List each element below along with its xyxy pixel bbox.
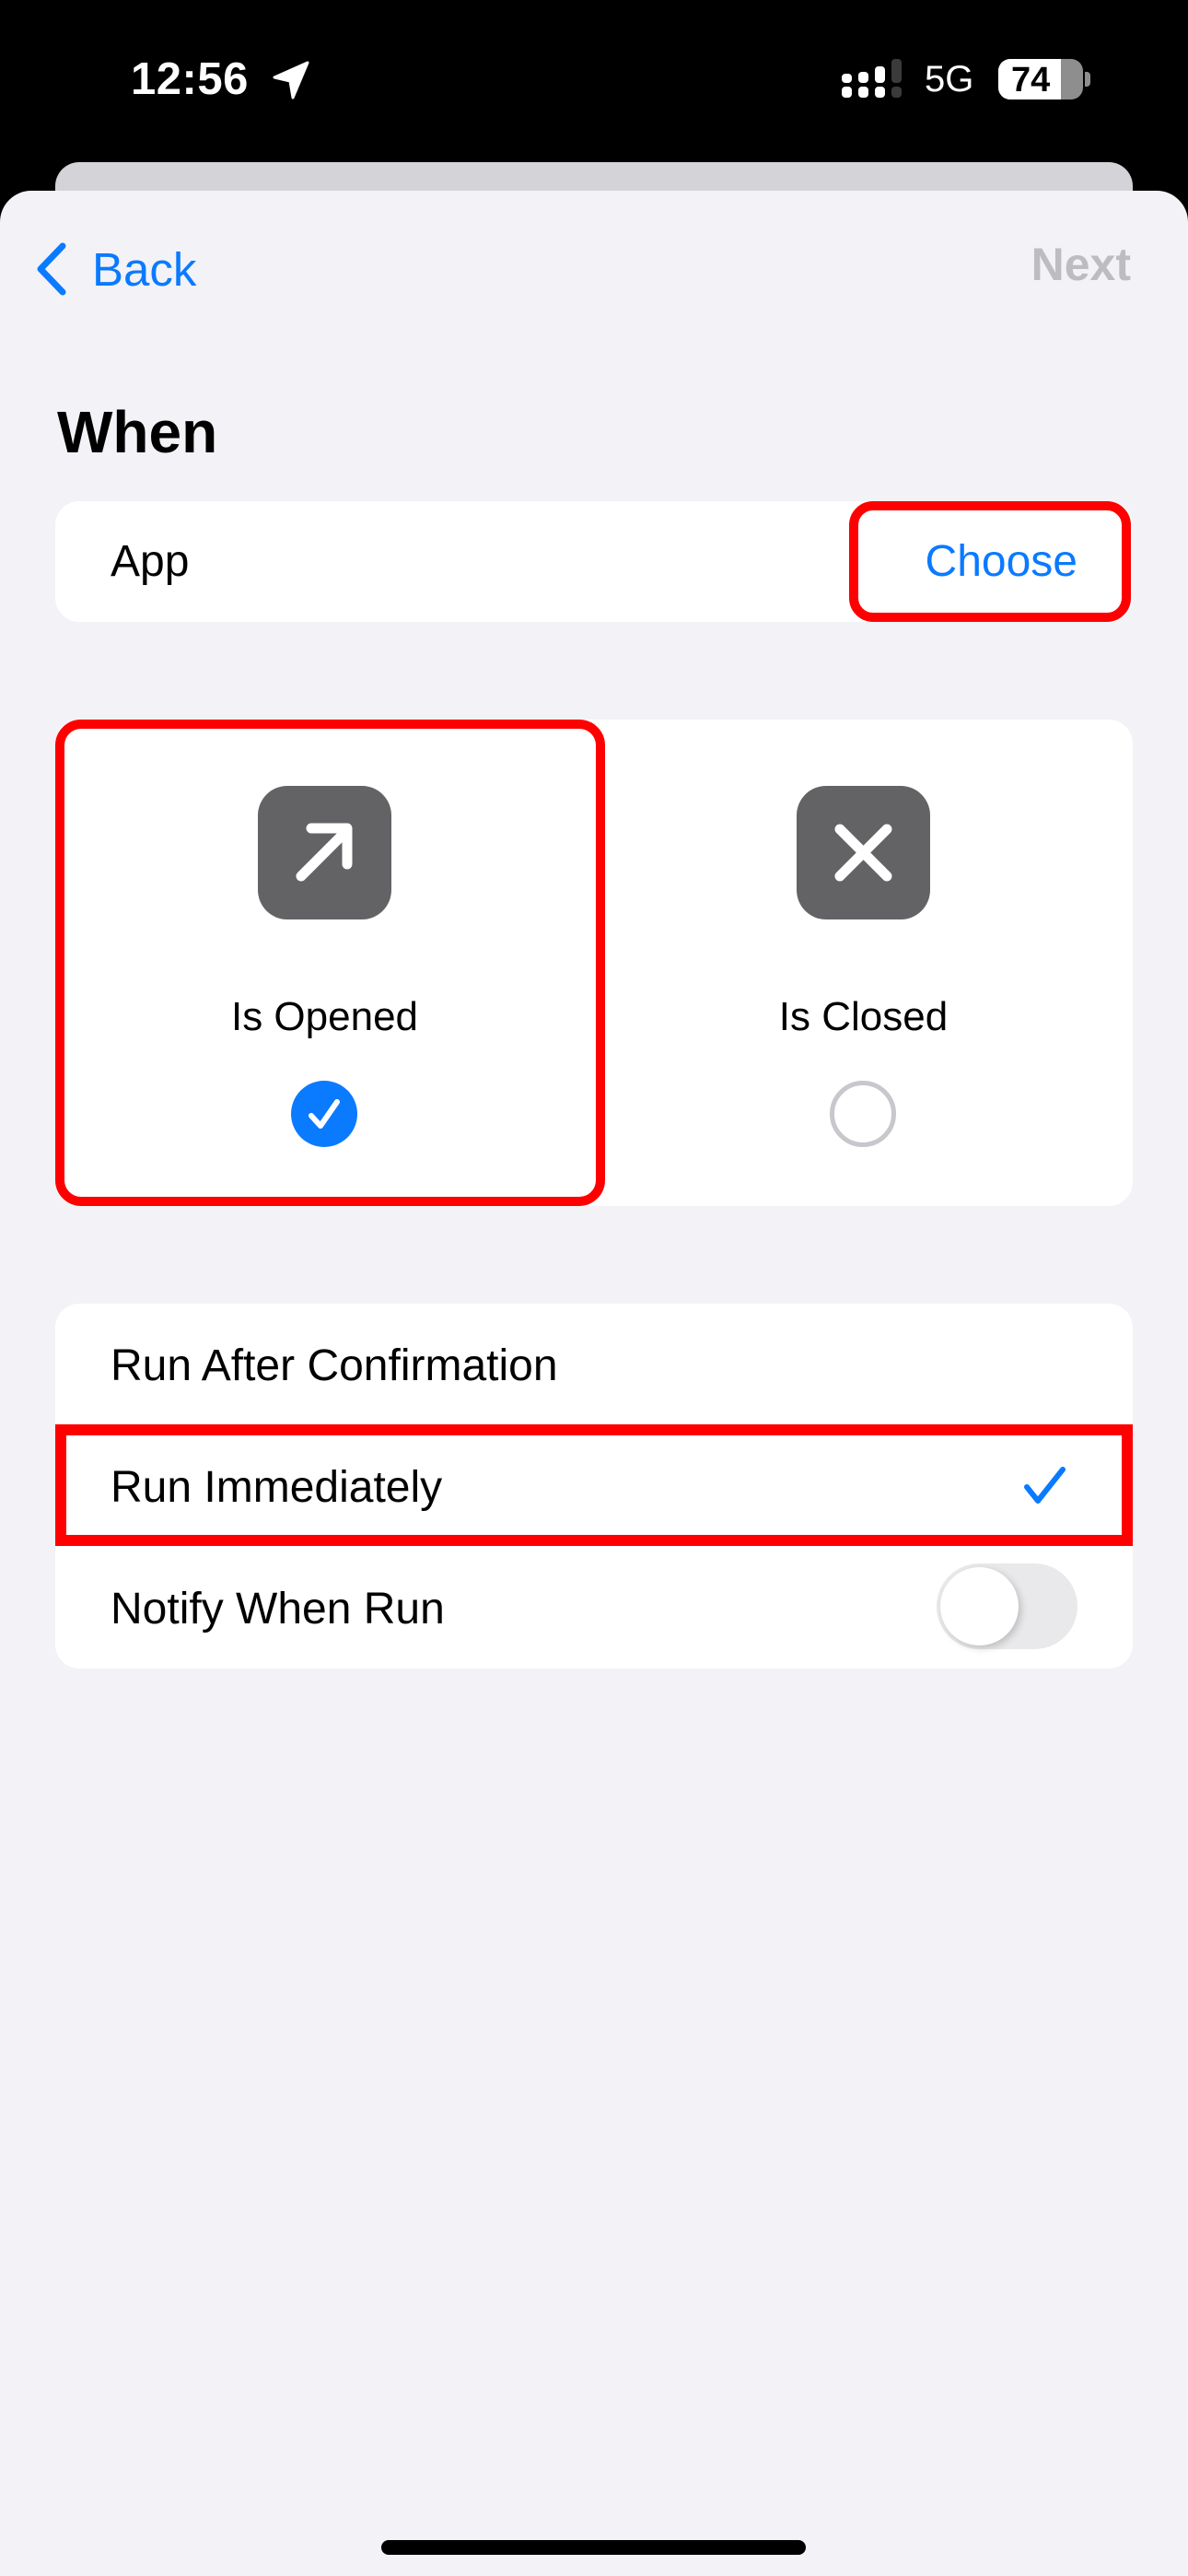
battery-icon: 74 xyxy=(998,59,1083,100)
back-label: Back xyxy=(92,242,197,296)
section-title: When xyxy=(57,399,218,465)
option-is-closed[interactable]: Is Closed xyxy=(594,720,1133,1206)
next-button[interactable]: Next xyxy=(1031,238,1131,291)
choose-app-button[interactable]: Choose xyxy=(926,536,1077,587)
row-label: Notify When Run xyxy=(111,1585,445,1633)
cellular-signal-icon xyxy=(842,59,902,98)
xmark-icon xyxy=(797,786,930,919)
arrow-up-right-icon xyxy=(258,786,391,919)
checkmark-icon xyxy=(1024,1467,1066,1504)
back-button[interactable]: Back xyxy=(33,234,196,304)
chevron-left-icon xyxy=(37,242,66,296)
run-options-list: Run After Confirmation Run Immediately N… xyxy=(55,1304,1133,1669)
row-label: Run Immediately xyxy=(111,1463,443,1512)
row-label: Run After Confirmation xyxy=(111,1341,558,1390)
notify-toggle[interactable] xyxy=(937,1563,1077,1649)
app-state-selector: Is Opened Is Closed xyxy=(55,720,1133,1206)
option-label: Is Closed xyxy=(778,994,949,1039)
option-is-opened[interactable]: Is Opened xyxy=(55,720,594,1206)
home-indicator[interactable] xyxy=(381,2540,806,2555)
app-row: App Choose xyxy=(55,501,1133,622)
notify-when-run-row: Notify When Run xyxy=(55,1547,1133,1669)
status-time: 12:56 xyxy=(131,54,249,104)
radio-selected[interactable] xyxy=(291,1081,357,1147)
location-arrow-icon xyxy=(273,61,309,100)
run-immediately-row[interactable]: Run Immediately xyxy=(55,1425,1133,1547)
status-bar: 12:56 5G 74 xyxy=(0,0,1188,162)
checkmark-icon xyxy=(309,1099,340,1129)
toggle-knob xyxy=(940,1567,1019,1645)
network-type: 5G xyxy=(925,59,974,100)
battery-tip xyxy=(1085,72,1090,87)
option-label: Is Opened xyxy=(230,994,419,1039)
app-label: App xyxy=(111,537,190,586)
radio-unselected[interactable] xyxy=(830,1081,896,1147)
battery-percent: 74 xyxy=(1011,61,1051,100)
run-after-confirmation-row[interactable]: Run After Confirmation xyxy=(55,1304,1133,1425)
